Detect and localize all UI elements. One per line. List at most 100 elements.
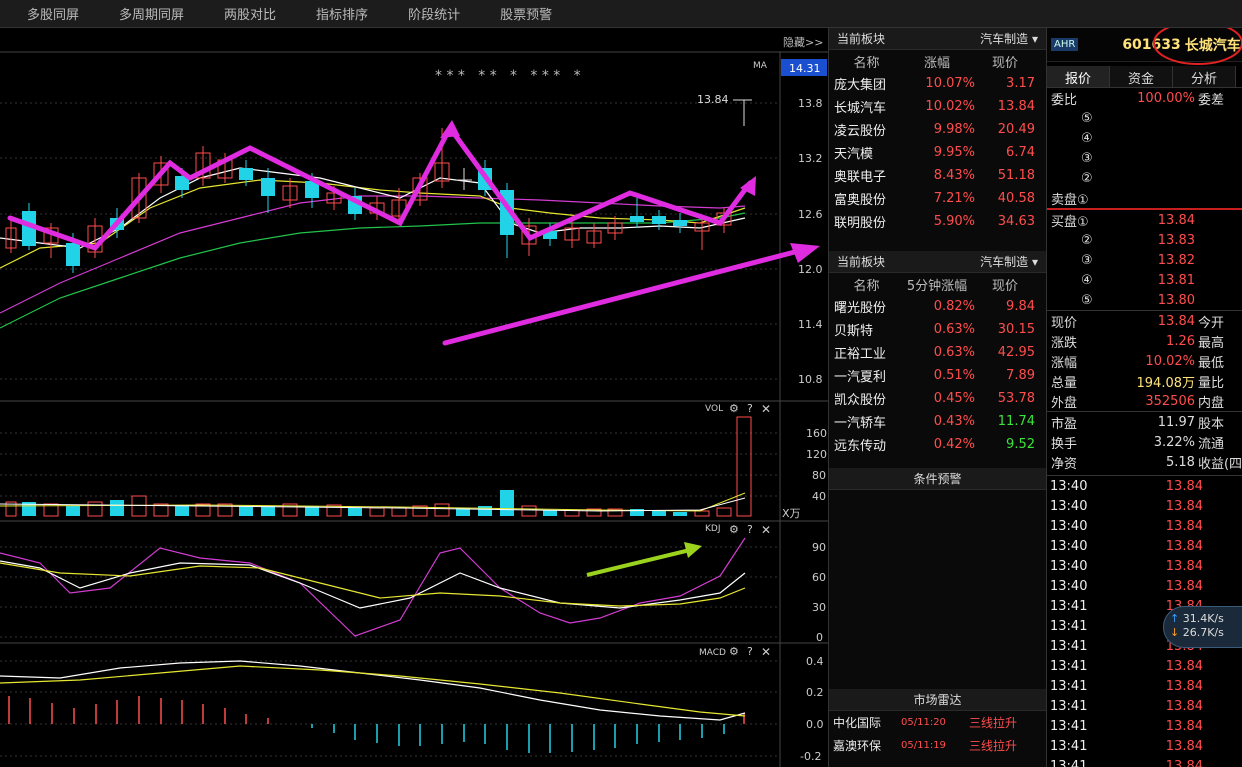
sector-panel: 当前板块 汽车制造 ▾ 名称 涨幅 现价 庞大集团 10.07% 3.17 长城汽车… bbox=[828, 28, 1046, 767]
macd-tick: 0.0 bbox=[806, 718, 824, 731]
vol-tick: 160 bbox=[806, 427, 827, 440]
list-item: 13:4113.84 bbox=[1050, 718, 1203, 734]
quote-stats: 现价 13.84 今开 涨跌 1.26 最高 涨幅 10.02% 最低 总量 194.08万量… bbox=[1051, 313, 1225, 411]
tab-period-stats[interactable]: 阶段统计 bbox=[381, 4, 473, 23]
col-price[interactable]: 现价 bbox=[975, 275, 1041, 294]
macd-tick: -0.2 bbox=[800, 750, 821, 763]
tab-quote[interactable]: 报价 bbox=[1047, 66, 1111, 87]
price-tick: 13.2 bbox=[798, 152, 823, 165]
vol-tick: 40 bbox=[812, 490, 826, 503]
macd-help-icon[interactable]: ? bbox=[747, 645, 753, 658]
list-item[interactable]: 长城汽车 10.02% 13.84 bbox=[829, 95, 1046, 118]
list-item: 13:40 13.84 bbox=[1050, 538, 1203, 554]
list-item[interactable]: 联明股份 5.90% 34.63 bbox=[829, 210, 1046, 233]
col-5min-change[interactable]: 5分钟涨幅 bbox=[899, 275, 975, 294]
hide-toggle[interactable]: 隐藏>> bbox=[783, 36, 823, 49]
vol-unit: X万 bbox=[782, 507, 801, 520]
list-item: 13:4113.84 bbox=[1050, 698, 1203, 714]
fundamental-stats: 市盈 11.97 股本 换手 3.22% 流通 净资 5.18 收益(四 bbox=[1051, 414, 1242, 472]
alert-title: 条件预警 bbox=[913, 472, 962, 486]
list-item: 13:40 13.84 bbox=[1050, 578, 1203, 594]
list-item: 13:4113.84 bbox=[1050, 758, 1203, 767]
sector2-list: 曙光股份 0.82% 9.84 贝斯特 0.63% 30.15 正裕工业 0.63% 42.… bbox=[829, 295, 1046, 456]
list-item[interactable]: 奥联电子 8.43% 51.18 bbox=[829, 164, 1046, 187]
kdj-close-icon[interactable]: ✕ bbox=[761, 523, 771, 537]
list-item[interactable]: 正裕工业 0.63% 42.95 bbox=[829, 341, 1046, 364]
radar-header[interactable]: 市场雷达 bbox=[829, 689, 1046, 711]
vol-label: VOL bbox=[705, 404, 723, 414]
col-price[interactable]: 现价 bbox=[975, 52, 1041, 71]
radar-title: 市场雷达 bbox=[913, 693, 962, 707]
list-item: 13:40 13.84 bbox=[1050, 558, 1203, 574]
tab-indicator-sort[interactable]: 指标排序 bbox=[289, 4, 381, 23]
list-item[interactable]: 贝斯特 0.63% 30.15 bbox=[829, 318, 1046, 341]
weibi-row: 委比 100.00% 委差 bbox=[1051, 90, 1225, 108]
sector1-list: 庞大集团 10.07% 3.17 长城汽车 10.02% 13.84 凌云股份 9.98%… bbox=[829, 72, 1046, 233]
price-tick: 10.8 bbox=[798, 373, 823, 386]
vol-settings-icon[interactable]: ⚙ bbox=[729, 402, 739, 415]
list-item[interactable]: 天汽模 9.95% 6.74 bbox=[829, 141, 1046, 164]
list-item: 13:4113.84 bbox=[1050, 658, 1203, 674]
list-item[interactable]: 一汽夏利 0.51% 7.89 bbox=[829, 364, 1046, 387]
network-speed-widget[interactable]: ↑ 31.4K/s ↓ 26.7K/s bbox=[1163, 606, 1242, 648]
alert-header[interactable]: 条件预警 bbox=[829, 468, 1046, 490]
sector1-header: 当前板块 汽车制造 ▾ bbox=[829, 28, 1046, 50]
buy-orders: 买盘① 13.84 ② 13.83 ③ 13.82 ④ 13.81 ⑤ 13.80 bbox=[1051, 212, 1195, 308]
list-item[interactable]: 凯众股份 0.45% 53.78 bbox=[829, 387, 1046, 410]
price-tick: 11.4 bbox=[798, 318, 823, 331]
sector2-header: 当前板块 汽车制造 ▾ bbox=[829, 251, 1046, 273]
radar-list: 中化国际 05/11:20 三线拉升 嘉澳环保 05/11:19 三线拉升 bbox=[829, 711, 1046, 757]
macd-settings-icon[interactable]: ⚙ bbox=[729, 645, 739, 658]
macd-label: MACD bbox=[699, 648, 726, 658]
macd-close-icon[interactable]: ✕ bbox=[761, 645, 771, 659]
list-item: 13:40 13.84 bbox=[1050, 478, 1203, 494]
kline-chart[interactable]: 隐藏>> 14.31 MA 13.8 13.2 12.6 12.0 11.4 1… bbox=[0, 28, 828, 767]
highlight-circle bbox=[1153, 28, 1242, 65]
quote-panel: AHR 601633 长城汽车 报价 资金 分析 委比 100.00% 委差 ⑤ ④… bbox=[1046, 28, 1242, 767]
vol-tick: 120 bbox=[806, 448, 827, 461]
list-item[interactable]: 远东传动 0.42% 9.52 bbox=[829, 433, 1046, 456]
kdj-tick: 90 bbox=[812, 541, 826, 554]
current-price-tag: 14.31 bbox=[789, 62, 821, 75]
vol-close-icon[interactable]: ✕ bbox=[761, 402, 771, 416]
sector2-dropdown[interactable]: 汽车制造 ▾ bbox=[980, 253, 1038, 270]
list-item[interactable]: 一汽轿车 0.43% 11.74 bbox=[829, 410, 1046, 433]
col-name[interactable]: 名称 bbox=[829, 52, 899, 71]
tab-analysis[interactable]: 分析 bbox=[1173, 66, 1237, 87]
tab-multi-period[interactable]: 多周期同屏 bbox=[92, 4, 197, 23]
vol-tick: 80 bbox=[812, 469, 826, 482]
ahr-badge[interactable]: AHR bbox=[1051, 38, 1079, 51]
tab-stock-alert[interactable]: 股票预警 bbox=[473, 4, 565, 23]
sector2-title: 当前板块 bbox=[837, 255, 886, 269]
quote-tabs: 报价 资金 分析 bbox=[1047, 66, 1242, 88]
ma-label: MA bbox=[753, 61, 768, 71]
list-item: 13:4113.84 bbox=[1050, 678, 1203, 694]
tab-funds[interactable]: 资金 bbox=[1110, 66, 1174, 87]
macd-tick: 0.4 bbox=[806, 655, 824, 668]
sector1-title: 当前板块 bbox=[837, 32, 886, 46]
topbar: 多股同屏 多周期同屏 两股对比 指标排序 阶段统计 股票预警 bbox=[0, 0, 1242, 28]
kdj-help-icon[interactable]: ? bbox=[747, 523, 753, 536]
col-change[interactable]: 涨幅 bbox=[899, 52, 975, 71]
col-name[interactable]: 名称 bbox=[829, 275, 899, 294]
kdj-label: KDJ bbox=[705, 524, 721, 534]
macd-tick: 0.2 bbox=[806, 686, 824, 699]
list-item[interactable]: 嘉澳环保 05/11:19 三线拉升 bbox=[829, 734, 1046, 757]
list-item: 13:40 13.84 bbox=[1050, 498, 1203, 514]
list-item: 13:40 13.84 bbox=[1050, 518, 1203, 534]
list-item[interactable]: 富奥股份 7.21% 40.58 bbox=[829, 187, 1046, 210]
list-item[interactable]: 凌云股份 9.98% 20.49 bbox=[829, 118, 1046, 141]
last-price-marker: 13.84 bbox=[697, 93, 729, 106]
vol-help-icon[interactable]: ? bbox=[747, 402, 753, 415]
list-item[interactable]: 庞大集团 10.07% 3.17 bbox=[829, 72, 1046, 95]
kdj-tick: 0 bbox=[816, 631, 823, 644]
tab-multi-stock[interactable]: 多股同屏 bbox=[0, 4, 92, 23]
tab-compare[interactable]: 两股对比 bbox=[197, 4, 289, 23]
alert-body bbox=[829, 490, 1046, 689]
kline-chart-area[interactable]: 隐藏>> 14.31 MA 13.8 13.2 12.6 12.0 11.4 1… bbox=[0, 28, 828, 767]
list-item: 13:4113.84 bbox=[1050, 738, 1203, 754]
sector1-dropdown[interactable]: 汽车制造 ▾ bbox=[980, 30, 1038, 47]
kdj-settings-icon[interactable]: ⚙ bbox=[729, 523, 739, 536]
list-item[interactable]: 曙光股份 0.82% 9.84 bbox=[829, 295, 1046, 318]
list-item[interactable]: 中化国际 05/11:20 三线拉升 bbox=[829, 711, 1046, 734]
